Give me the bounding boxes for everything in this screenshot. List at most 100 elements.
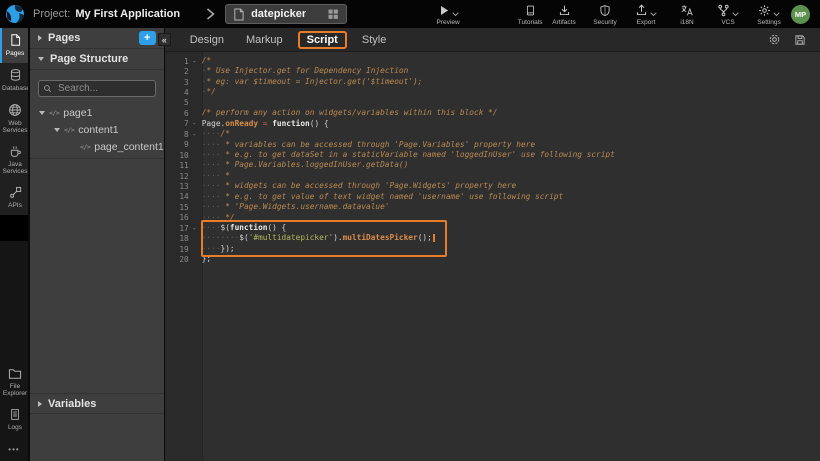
line-number: 12 [165,172,189,181]
sidebar-item-java-services[interactable]: Java Services [0,140,28,181]
sidebar-item-label: Pages [6,50,24,57]
i18n-button[interactable]: i18N [672,3,702,26]
line-number: 11 [165,161,189,170]
sidebar-item-file-explorer[interactable]: File Explorer [0,363,28,403]
sidebar-top-group: Pages DatabasesWeb ServicesJava ServicesA… [0,28,28,215]
sidebar-item-databases[interactable]: Databases [0,63,28,98]
code-line-10[interactable]: 10···· * e.g. to get dataSet in a static… [165,150,820,160]
avatar[interactable]: MP [791,5,810,24]
code-line-7[interactable]: 7-Page.onReady = function() { [165,119,820,129]
sidebar-item-apis[interactable]: APIs [0,181,28,215]
code-text: ····/* [202,129,230,139]
more-options-button[interactable]: ••• [0,437,28,461]
gear-icon [758,4,771,17]
expanded-caret-icon[interactable] [39,111,45,115]
sidebar-item-logs[interactable]: Logs [0,403,28,437]
code-line-5[interactable]: 5 [165,98,820,108]
code-line-12[interactable]: 12 ···· * [165,171,820,181]
code-text: ···· * e.g. to get dataSet in a staticVa… [202,150,615,160]
code-line-1[interactable]: 1-/* [165,56,820,66]
variables-section-header[interactable]: Variables [30,393,164,414]
grid-icon[interactable] [327,8,339,20]
code-line-17[interactable]: 17-····$(function() { [165,223,820,233]
code-line-13[interactable]: 13···· * widgets can be accessed through… [165,181,820,191]
code-line-11[interactable]: 11 ···· * Page.Variables.loggedInUser.get… [165,160,820,170]
tabbar-actions [768,33,806,46]
topbar: Project: My First Application datepicker… [0,0,820,28]
fold-marker-icon[interactable]: - [189,130,200,139]
java-icon [8,145,22,158]
code-text: ·*/ [202,87,216,97]
search-input[interactable] [38,80,156,97]
fold-marker-icon[interactable]: - [189,224,200,233]
open-page-tab[interactable]: datepicker [225,4,347,24]
code-line-3[interactable]: 3·* eg: var $timeout = Injector.get('$ti… [165,77,820,87]
code-line-16[interactable]: 16···· */ [165,213,820,223]
fold-marker-icon[interactable]: - [189,57,200,66]
vcs-icon [717,4,730,17]
code-line-14[interactable]: 14···· * e.g. to get value of text widge… [165,192,820,202]
code-line-9[interactable]: 9···· * variables can be accessed throug… [165,140,820,150]
security-button[interactable]: Security [590,3,620,26]
preview-button[interactable]: Preview [433,3,463,26]
vcs-button[interactable]: VCS [713,3,743,26]
pages-panel: Pages + Page Structure </>page1</>conten… [28,28,164,461]
tree-item-page_content1[interactable]: </>page_content1 [30,138,164,155]
tab-design[interactable]: Design [179,34,235,46]
wavemaker-logo-icon[interactable] [5,4,25,24]
script-settings-gear-icon[interactable] [768,33,781,46]
artifacts-button[interactable]: Artifacts [549,3,579,26]
pages-section-header[interactable]: Pages + [30,28,164,49]
code-line-8[interactable]: 8-····/* [165,129,820,139]
main-area: Pages DatabasesWeb ServicesJava ServicesA… [0,28,820,461]
code-text: ···· * [202,171,230,181]
i18n-label: i18N [680,19,693,26]
tutorials-icon [525,4,536,17]
line-number: 6 [165,109,189,118]
export-label: Export [637,19,656,26]
tutorials-button[interactable]: Tutorials [515,3,545,26]
search-container [30,70,164,104]
tree-item-label: page_content1 [94,141,163,153]
code-line-20[interactable]: 20}; [165,254,820,264]
sidebar-item-web-services[interactable]: Web Services [0,98,28,140]
export-icon [635,4,648,17]
code-text: ·* Use Injector.get for Dependency Injec… [202,66,409,76]
sidebar-item-pages[interactable]: Pages [0,28,28,63]
code-text: /* perform any action on widgets/variabl… [202,108,498,118]
code-text: ···· * Page.Variables.loggedInUser.getDa… [202,160,409,170]
expanded-caret-icon[interactable] [54,128,60,132]
code-line-4[interactable]: 4·*/ [165,87,820,97]
tab-markup[interactable]: Markup [235,34,294,46]
code-line-19[interactable]: 19····}); [165,244,820,254]
tree-item-label: page1 [63,107,92,119]
tutorials-label: Tutorials [518,19,543,26]
export-button[interactable]: Export [631,3,661,26]
code-editor[interactable]: 1-/*2 ·* Use Injector.get for Dependency … [165,52,820,461]
variables-section-label: Variables [48,398,96,410]
page-structure-header[interactable]: Page Structure [30,49,164,70]
logs-icon [9,408,21,421]
tree-item-content1[interactable]: </>content1 [30,121,164,138]
left-icon-strip: Pages DatabasesWeb ServicesJava ServicesA… [0,28,28,461]
code-line-6[interactable]: 6 /* perform any action on widgets/variab… [165,108,820,118]
code-line-15[interactable]: 15···· * 'Page.Widgets.username.datavalu… [165,202,820,212]
tree-item-page1[interactable]: </>page1 [30,104,164,121]
sidebar-item-label: Logs [8,424,22,431]
topbar-actions-right: Artifacts Security Export i18N VCS Settings [549,3,784,26]
chevron-right-icon [206,8,215,20]
line-number: 2 [165,67,189,76]
settings-button[interactable]: Settings [754,3,784,26]
add-page-button[interactable]: + [139,31,156,45]
save-icon[interactable] [794,34,806,46]
collapse-panel-button[interactable]: « [158,33,171,46]
project-name: My First Application [75,8,180,20]
code-line-18[interactable]: 18········$('#multidatepicker').multiDat… [165,233,820,243]
topbar-actions-left: Preview Tutorials [433,3,545,26]
tab-script[interactable]: Script [298,31,347,49]
fold-marker-icon[interactable]: - [189,119,200,128]
code-line-2[interactable]: 2 ·* Use Injector.get for Dependency Inje… [165,66,820,76]
settings-label: Settings [757,19,781,26]
tab-style[interactable]: Style [351,34,397,46]
code-text: ····}); [202,244,235,254]
